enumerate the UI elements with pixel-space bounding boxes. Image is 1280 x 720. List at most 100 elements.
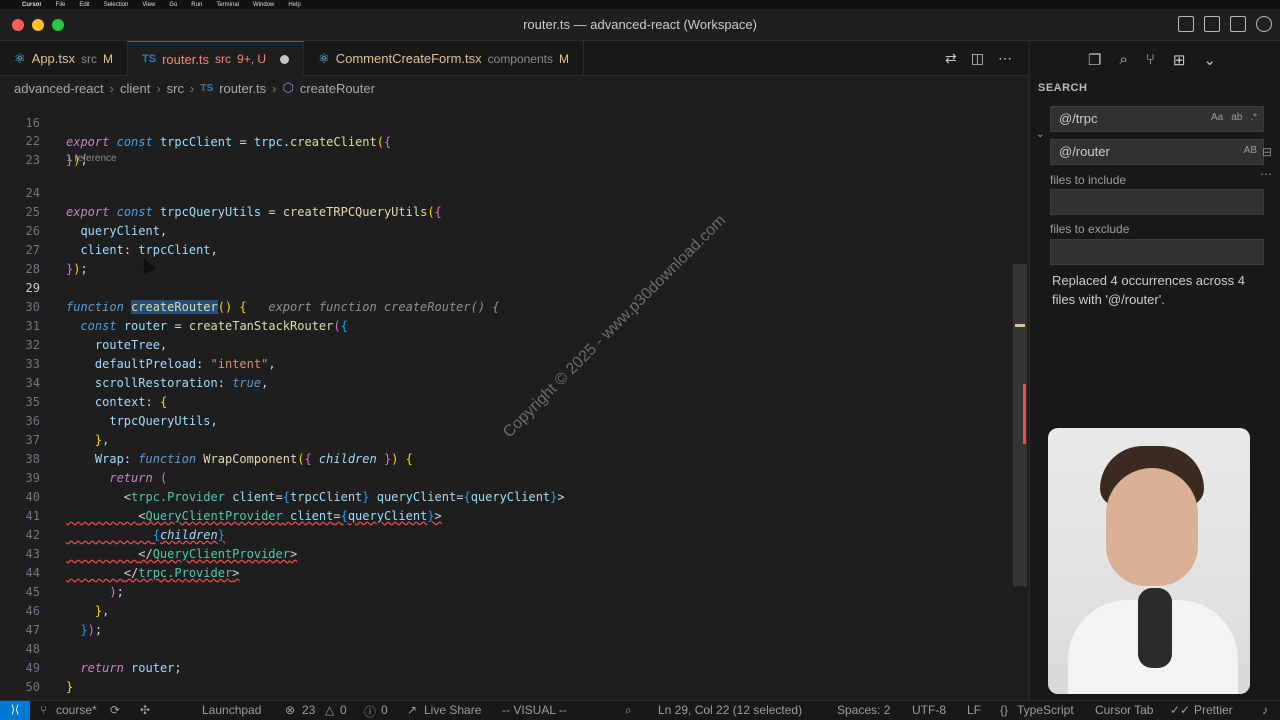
prettier[interactable]: Prettier [1194, 703, 1233, 717]
menu-terminal[interactable]: Terminal [216, 2, 239, 8]
chevron-right-icon: › [272, 80, 277, 96]
menu-app-name[interactable]: Cursor [22, 2, 42, 8]
more-actions-icon[interactable]: ⋯ [998, 50, 1012, 67]
zoom-icon[interactable]: ⌕ [625, 703, 632, 718]
menu-help[interactable]: Help [288, 2, 300, 8]
webcam-overlay [1048, 428, 1250, 694]
menu-run[interactable]: Run [191, 2, 202, 8]
breadcrumb-item[interactable]: router.ts [219, 81, 266, 96]
notifications-bell-icon[interactable]: ♪ [1262, 703, 1268, 717]
tab-desc: components [487, 51, 554, 66]
search-options: Aa ab .* [1211, 112, 1257, 123]
code-line: 49 } [0, 640, 1010, 694]
code-line: 23 [0, 132, 1010, 167]
menu-go[interactable]: Go [169, 2, 177, 8]
info-count[interactable]: 0 [381, 703, 388, 717]
match-whole-word-icon[interactable]: ab [1231, 112, 1242, 123]
encoding[interactable]: UTF-8 [912, 703, 946, 717]
macos-menubar: Cursor File Edit Selection View Go Run T… [0, 0, 1280, 9]
code-line: 44 ); [0, 545, 1010, 599]
tab-actions: ⇄ ◫ ⋯ [945, 50, 1012, 67]
editor-tabs: ⚛ App.tsx src M TS router.ts src 9+, U ⚛… [0, 41, 1028, 76]
tab-label: App.tsx [31, 51, 76, 66]
tab-app-tsx[interactable]: ⚛ App.tsx src M [0, 41, 129, 76]
breadcrumb-item[interactable]: client [120, 81, 150, 96]
extensions-icon[interactable]: ⊞ [1173, 51, 1186, 76]
menu-selection[interactable]: Selection [104, 2, 129, 8]
tab-commentcreateform-tsx[interactable]: ⚛ CommentCreateForm.tsx components M [304, 41, 585, 76]
code-line: 32 defaultPreload: "intent", [0, 317, 1010, 371]
search-panel-title: SEARCH [1038, 82, 1088, 94]
warning-count[interactable]: 0 [340, 703, 347, 717]
replace-input[interactable]: @/router AB [1050, 139, 1264, 165]
replace-query-text: @/router [1059, 144, 1110, 159]
replace-all-icon[interactable]: ⊟ [1262, 145, 1272, 159]
menu-edit[interactable]: Edit [79, 2, 89, 8]
files-to-exclude-label: files to exclude [1050, 222, 1130, 236]
references-codelens[interactable]: 1 reference [66, 153, 117, 164]
sync-icon[interactable]: ⟳ [110, 703, 120, 717]
window-title: router.ts — advanced-react (Workspace) [523, 17, 757, 32]
live-share[interactable]: Live Share [424, 703, 481, 717]
menu-view[interactable]: View [142, 2, 155, 8]
match-case-icon[interactable]: Aa [1211, 112, 1223, 123]
language-mode[interactable]: TypeScript [1017, 703, 1074, 717]
react-file-icon: ⚛ [14, 50, 26, 66]
microphone [1138, 588, 1172, 668]
toggle-replace-chevron-icon[interactable]: ⌄ [1036, 129, 1044, 140]
unsaved-dot-icon[interactable] [280, 54, 290, 64]
launchpad[interactable]: Launchpad [202, 703, 261, 717]
breadcrumb-item[interactable]: advanced-react [14, 81, 104, 96]
chevron-right-icon: › [109, 80, 114, 96]
tab-status: M [559, 51, 570, 66]
more-options-icon[interactable]: ⋯ [1260, 167, 1272, 181]
use-regex-icon[interactable]: .* [1250, 112, 1257, 123]
code-line: 40 <QueryClientProvider client={queryCli… [0, 469, 1010, 523]
cursor-position[interactable]: Ln 29, Col 22 (12 selected) [658, 703, 802, 717]
search-icon[interactable]: ⌕ [1119, 51, 1127, 76]
title-bar: router.ts — advanced-react (Workspace) [0, 9, 1280, 41]
overview-ruler-marker [1015, 324, 1025, 327]
toggle-secondary-sidebar-icon[interactable] [1230, 16, 1246, 32]
overview-ruler-error-marker [1023, 384, 1026, 444]
live-share-icon: ↗ [407, 703, 418, 717]
tab-label: router.ts [162, 51, 210, 67]
code-line: 27 }); [0, 222, 1010, 276]
code-line: 45 }, [0, 564, 1010, 618]
toggle-sidebar-icon[interactable] [1204, 16, 1220, 32]
code-line: 36 }, [0, 393, 1010, 447]
search-input[interactable]: @/trpc Aa ab .* [1050, 106, 1264, 132]
git-branch[interactable]: course* [56, 703, 97, 717]
indentation[interactable]: Spaces: 2 [837, 703, 890, 717]
vim-mode: -- VISUAL -- [502, 703, 567, 717]
tab-router-ts[interactable]: TS router.ts src 9+, U [128, 41, 305, 76]
files-to-exclude-input[interactable] [1050, 239, 1264, 265]
replace-result-message: Replaced 4 occurrences across 4 files wi… [1052, 273, 1245, 307]
split-editor-icon[interactable]: ◫ [971, 50, 984, 67]
breadcrumb-item[interactable]: createRouter [300, 81, 375, 96]
git-branch-icon: ⑂ [40, 703, 48, 717]
code-line: 42 </QueryClientProvider> [0, 507, 1010, 561]
launchpad-icon: ✣ [140, 703, 151, 717]
cursor-tab[interactable]: Cursor Tab [1095, 703, 1153, 717]
tab-desc: src [215, 52, 232, 66]
compare-changes-icon[interactable]: ⇄ [945, 50, 957, 67]
remote-indicator[interactable]: ⟩⟨ [0, 701, 30, 720]
code-editor[interactable]: 16 export const trpcClient = trpc.create… [0, 99, 1028, 700]
settings-gear-icon[interactable] [1256, 16, 1272, 32]
tab-status: 9+, U [237, 52, 267, 66]
code-line: 30 const router = createTanStackRouter({ [0, 279, 1010, 333]
files-to-include-input[interactable] [1050, 189, 1264, 215]
error-count[interactable]: 23 [302, 703, 315, 717]
toggle-panel-icon[interactable] [1178, 16, 1194, 32]
chevron-down-icon[interactable]: ⌄ [1203, 51, 1216, 76]
menu-file[interactable]: File [56, 2, 66, 8]
explorer-icon[interactable]: ❐ [1088, 51, 1101, 76]
source-control-icon[interactable]: ⑂ [1146, 51, 1155, 76]
preserve-case-icon[interactable]: AB [1244, 145, 1257, 156]
end-of-line[interactable]: LF [967, 703, 981, 717]
menu-window[interactable]: Window [253, 2, 274, 8]
code-line: 48 return router; [0, 621, 1010, 675]
breadcrumb-item[interactable]: src [167, 81, 184, 96]
warning-icon: △ [325, 703, 335, 717]
